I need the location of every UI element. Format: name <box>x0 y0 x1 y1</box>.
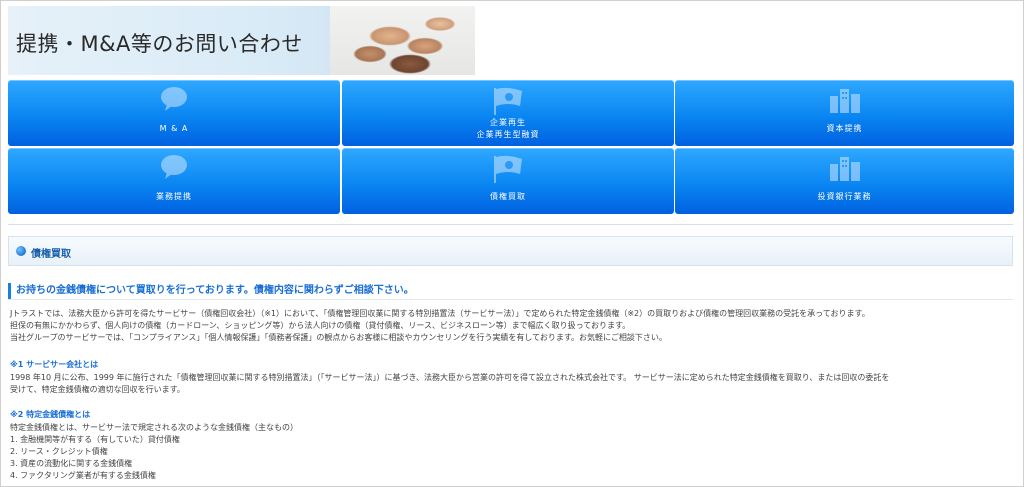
hands-together-photo <box>330 6 475 75</box>
note1-line: 1998 年10 月に公布、1999 年に施行された「債権管理回収業に関する特別… <box>10 373 890 382</box>
section-header: 債権買取 <box>8 236 1013 266</box>
buildings-icon <box>828 154 862 186</box>
flag-icon <box>491 154 525 188</box>
tile-ma[interactable]: M & A <box>8 80 340 146</box>
section-title: 債権買取 <box>31 249 71 260</box>
tile-saiken-kaitori[interactable]: 債権買取 <box>342 148 674 214</box>
paragraph: Jトラストでは、法務大臣から許可を得たサービサー（債権回収会社）（※1）において… <box>10 309 870 318</box>
note1-heading: ※1 サービサー会社とは <box>10 360 99 369</box>
flag-icon <box>491 86 525 120</box>
tile-toshi-ginko-label: 投資銀行業務 <box>817 192 872 201</box>
note2-item: 3. 資産の流動化に関する金銭債権 <box>10 459 133 468</box>
tile-saiken-kaitori-label: 債権買取 <box>490 192 526 201</box>
tile-gyomu-teikei[interactable]: 業務提携 <box>8 148 340 214</box>
tile-toshi-ginko[interactable]: 投資銀行業務 <box>675 148 1014 214</box>
lead-heading: お持ちの金銭債権について買取りを行っております。債権内容に関わらずご相談下さい。 <box>8 283 414 299</box>
buildings-icon <box>828 86 862 118</box>
tile-ma-label: M & A <box>159 124 189 133</box>
paragraph: 担保の有無にかかわらず、個人向けの債権（カードローン、ショッピング等）から法人向… <box>10 321 631 330</box>
note2-item: 4. ファクタリング業者が有する金銭債権 <box>10 471 156 480</box>
divider <box>8 299 1013 300</box>
paragraph: 当社グループのサービサーでは、「コンプライアンス」「個人情報保護」「債務者保護」… <box>10 333 667 342</box>
tile-gyomu-teikei-label: 業務提携 <box>156 192 192 201</box>
banner-title: 提携・M&A等のお問い合わせ <box>16 32 303 56</box>
bullet-circle-icon <box>16 246 26 256</box>
note2-line: 特定金銭債権とは、サービサー法で規定される次のような金銭債権（主なもの） <box>10 423 298 432</box>
tile-kigyo-saisei[interactable]: 企業再生 企業再生型融資 <box>342 80 674 146</box>
speech-bubble-icon <box>159 154 189 184</box>
speech-bubble-icon <box>159 86 189 116</box>
note2-item: 2. リース・クレジット債権 <box>10 447 108 456</box>
page-banner: 提携・M&A等のお問い合わせ <box>8 6 475 75</box>
note1-line: 受けて、特定金銭債権の適切な回収を行います。 <box>10 385 185 394</box>
note2-heading: ※2 特定金銭債権とは <box>10 410 91 419</box>
tile-kigyo-saisei-sublabel: 企業再生型融資 <box>476 130 540 139</box>
divider <box>8 224 1013 225</box>
note2-item: 1. 金融機関等が有する（有していた）貸付債権 <box>10 435 180 444</box>
tile-shihon-teikei[interactable]: 資本提携 <box>675 80 1014 146</box>
page-frame: 提携・M&A等のお問い合わせ M & A 企業再生 企業再生型融資 資本提携 業… <box>0 0 1024 487</box>
tile-kigyo-saisei-label: 企業再生 <box>490 118 526 127</box>
tile-shihon-teikei-label: 資本提携 <box>826 124 863 133</box>
